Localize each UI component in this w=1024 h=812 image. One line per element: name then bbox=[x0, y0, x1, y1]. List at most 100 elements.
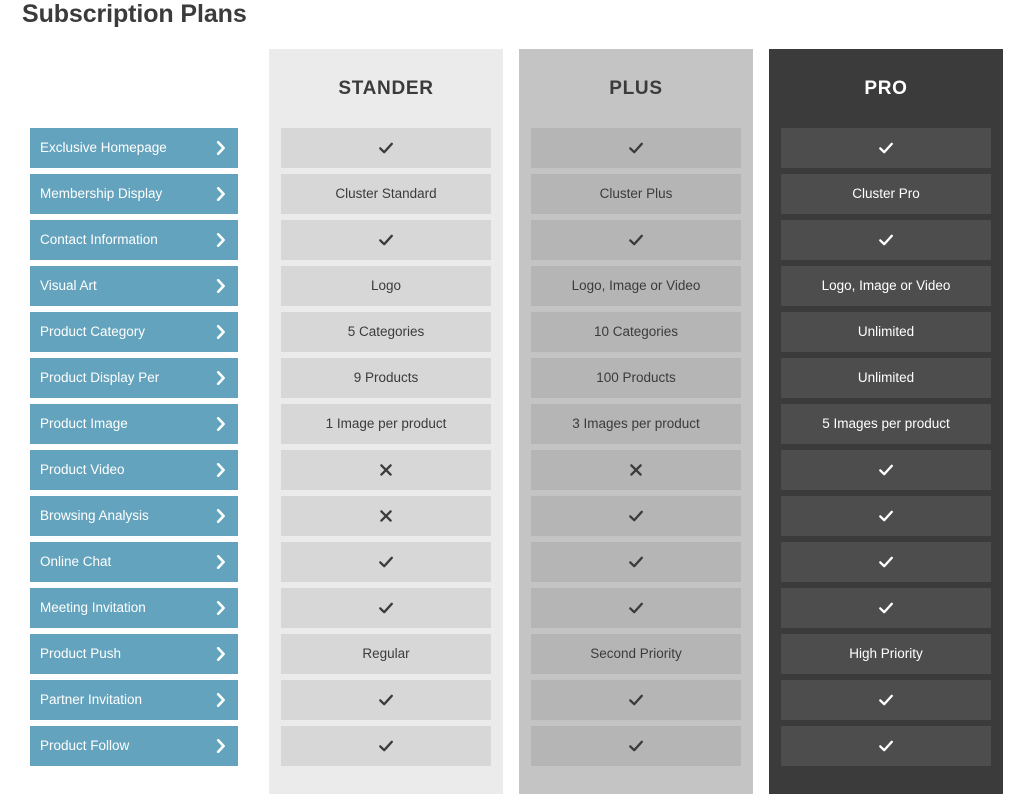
plan-cell bbox=[531, 450, 741, 490]
chevron-right-icon bbox=[216, 325, 226, 339]
plan-cell bbox=[531, 680, 741, 720]
plan-cell-value: 10 Categories bbox=[593, 324, 679, 339]
feature-item-label: Product Display Per bbox=[40, 370, 160, 385]
plan-cell: Logo, Image or Video bbox=[781, 266, 991, 306]
feature-item-label: Partner Invitation bbox=[40, 692, 143, 707]
chevron-right-icon bbox=[216, 417, 226, 431]
feature-item[interactable]: Product Video bbox=[30, 450, 238, 490]
check-icon bbox=[878, 554, 894, 570]
chevron-right-icon bbox=[216, 739, 226, 753]
feature-item-label: Product Push bbox=[40, 646, 122, 661]
plan-cell-value: Logo bbox=[370, 278, 402, 293]
plan-title: PLUS bbox=[609, 77, 663, 99]
feature-item[interactable]: Product Push bbox=[30, 634, 238, 674]
plan-cell bbox=[781, 450, 991, 490]
plan-cell bbox=[781, 680, 991, 720]
feature-item-label: Membership Display bbox=[40, 186, 163, 201]
plan-cell-value: 9 Products bbox=[353, 370, 419, 385]
chevron-right-icon bbox=[216, 279, 226, 293]
feature-item[interactable]: Product Category bbox=[30, 312, 238, 352]
plan-cell-value: 1 Image per product bbox=[325, 416, 447, 431]
plan-cell bbox=[281, 726, 491, 766]
check-icon bbox=[878, 140, 894, 156]
chevron-right-icon bbox=[216, 233, 226, 247]
plan-cell bbox=[281, 496, 491, 536]
chevron-right-icon bbox=[216, 509, 226, 523]
plan-column-stander: STANDER Cluster Standard Logo 5 Categories 9… bbox=[269, 49, 503, 794]
plan-cell bbox=[281, 588, 491, 628]
plan-cell: 9 Products bbox=[281, 358, 491, 398]
subscription-plans-page: Subscription Plans Exclusive Homepage Mem… bbox=[0, 0, 1024, 812]
plan-cell-value: High Priority bbox=[849, 646, 923, 661]
plan-cell: 10 Categories bbox=[531, 312, 741, 352]
plan-cell: 1 Image per product bbox=[281, 404, 491, 444]
plan-cell bbox=[281, 450, 491, 490]
feature-item[interactable]: Partner Invitation bbox=[30, 680, 238, 720]
plan-cell: Cluster Pro bbox=[781, 174, 991, 214]
plan-cell-value: Cluster Standard bbox=[335, 186, 437, 201]
cross-icon bbox=[378, 462, 394, 478]
chevron-right-icon bbox=[216, 141, 226, 155]
plan-cell-value: Second Priority bbox=[590, 646, 682, 661]
check-icon bbox=[628, 232, 644, 248]
plan-cell bbox=[781, 496, 991, 536]
chevron-right-icon bbox=[216, 187, 226, 201]
plan-title: PRO bbox=[864, 77, 908, 99]
check-icon bbox=[878, 462, 894, 478]
feature-item-label: Product Video bbox=[40, 462, 125, 477]
plan-cell: Cluster Plus bbox=[531, 174, 741, 214]
plan-cell bbox=[781, 542, 991, 582]
check-icon bbox=[628, 140, 644, 156]
page-title: Subscription Plans bbox=[22, 0, 247, 28]
plan-cell bbox=[281, 680, 491, 720]
chevron-right-icon bbox=[216, 601, 226, 615]
chevron-right-icon bbox=[216, 647, 226, 661]
plan-cell-value: 5 Categories bbox=[347, 324, 425, 339]
plan-cell-value: Regular bbox=[362, 646, 410, 661]
chevron-right-icon bbox=[216, 463, 226, 477]
cross-icon bbox=[628, 462, 644, 478]
check-icon bbox=[628, 554, 644, 570]
plan-cell bbox=[531, 542, 741, 582]
plan-cell: Regular bbox=[281, 634, 491, 674]
feature-item[interactable]: Product Image bbox=[30, 404, 238, 444]
check-icon bbox=[378, 140, 394, 156]
plan-column-plus: PLUS Cluster Plus Logo, Image or Video 10 C… bbox=[519, 49, 753, 794]
feature-item[interactable]: Browsing Analysis bbox=[30, 496, 238, 536]
cross-icon bbox=[378, 508, 394, 524]
plan-cell-list: Cluster Plus Logo, Image or Video 10 Categ… bbox=[531, 128, 741, 766]
plan-cell: High Priority bbox=[781, 634, 991, 674]
feature-item[interactable]: Product Display Per bbox=[30, 358, 238, 398]
check-icon bbox=[628, 600, 644, 616]
plan-cell-value: Unlimited bbox=[857, 324, 915, 339]
feature-item[interactable]: Exclusive Homepage bbox=[30, 128, 238, 168]
plan-cell bbox=[281, 128, 491, 168]
feature-item[interactable]: Membership Display bbox=[30, 174, 238, 214]
check-icon bbox=[378, 232, 394, 248]
feature-item[interactable]: Visual Art bbox=[30, 266, 238, 306]
plan-cell bbox=[531, 726, 741, 766]
check-icon bbox=[878, 508, 894, 524]
plan-cell-value: 5 Images per product bbox=[822, 416, 950, 431]
feature-item-label: Product Follow bbox=[40, 738, 130, 753]
feature-list: Exclusive Homepage Membership Display Cont… bbox=[30, 128, 238, 772]
feature-item[interactable]: Online Chat bbox=[30, 542, 238, 582]
plan-column-pro: PRO Cluster Pro Logo, Image or Video Unlimi… bbox=[769, 49, 1003, 794]
plan-cell: 100 Products bbox=[531, 358, 741, 398]
plan-cell-value: 3 Images per product bbox=[572, 416, 700, 431]
check-icon bbox=[378, 692, 394, 708]
plan-cell-value: Unlimited bbox=[857, 370, 915, 385]
plan-cell: Unlimited bbox=[781, 358, 991, 398]
plan-cell: Logo bbox=[281, 266, 491, 306]
plan-cell bbox=[781, 726, 991, 766]
chevron-right-icon bbox=[216, 693, 226, 707]
plan-cell bbox=[781, 220, 991, 260]
check-icon bbox=[378, 554, 394, 570]
plan-cell: 3 Images per product bbox=[531, 404, 741, 444]
plan-cell bbox=[531, 128, 741, 168]
plan-cell bbox=[531, 220, 741, 260]
feature-item[interactable]: Product Follow bbox=[30, 726, 238, 766]
feature-item[interactable]: Meeting Invitation bbox=[30, 588, 238, 628]
feature-item[interactable]: Contact Information bbox=[30, 220, 238, 260]
plan-cell-value: Cluster Plus bbox=[599, 186, 673, 201]
